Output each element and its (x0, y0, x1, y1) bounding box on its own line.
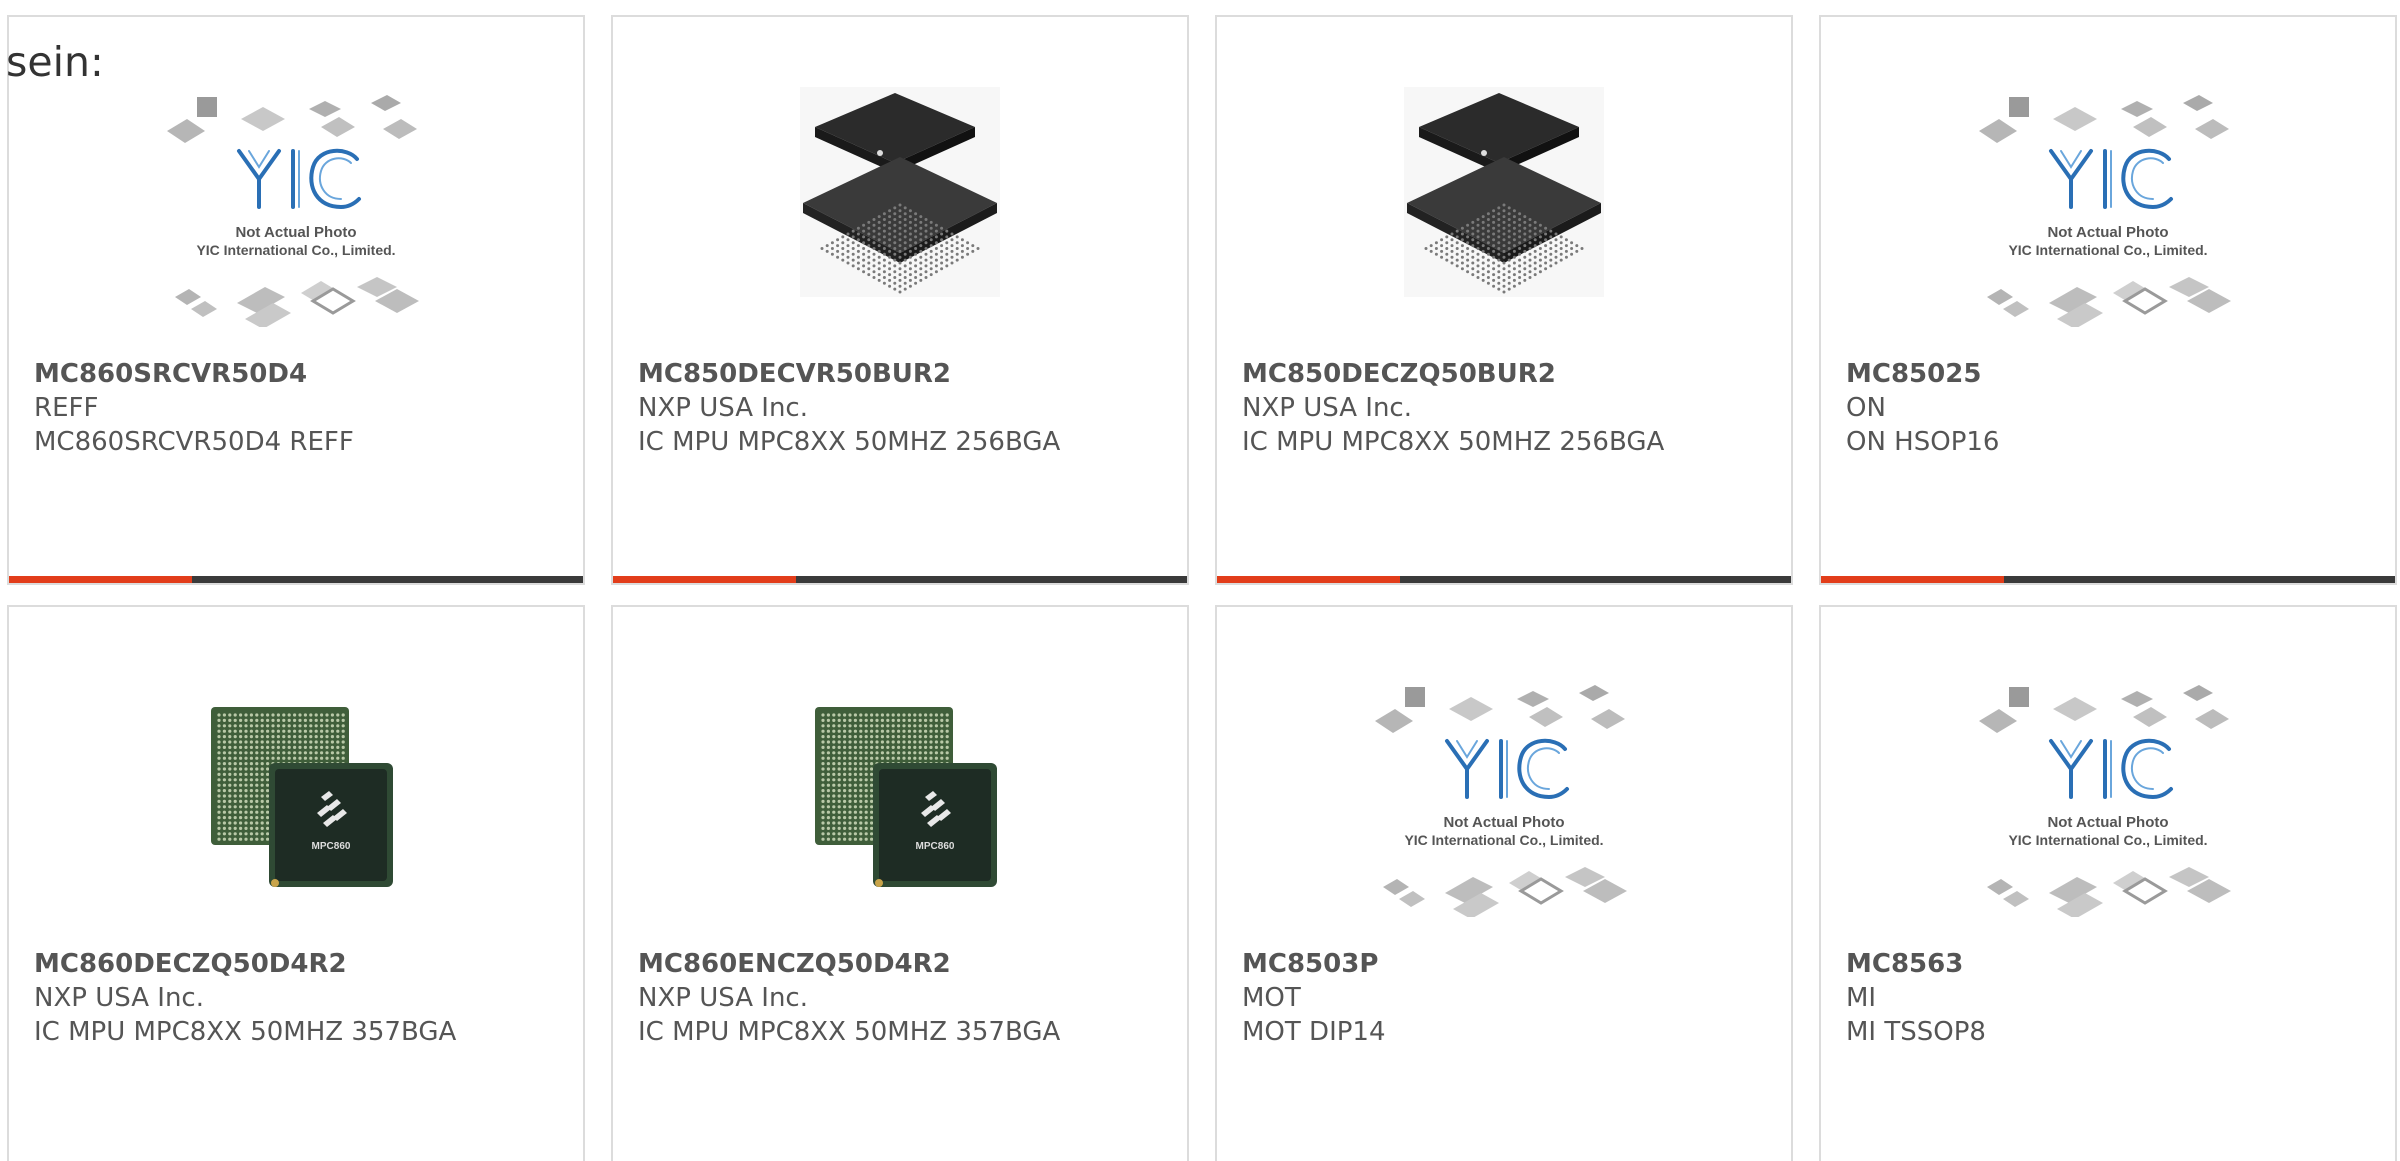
product-card[interactable]: Not Actual Photo YIC International Co., … (1819, 605, 2397, 1161)
placeholder-photo-image: Not Actual Photo YIC International Co., … (1979, 95, 2231, 329)
product-card[interactable]: MPC860 MC860ENCZQ50D4R2 NXP USA Inc. IC … (611, 605, 1189, 1161)
product-card[interactable]: Not Actual Photo YIC International Co., … (7, 15, 585, 585)
product-image[interactable]: Not Actual Photo YIC International Co., … (161, 87, 431, 329)
product-part-number[interactable]: MC8563 (1846, 947, 2375, 981)
product-description: MOT DIP14 (1242, 1017, 1386, 1047)
product-card[interactable]: MPC860 MC860DECZQ50D4R2 NXP USA Inc. IC … (7, 605, 585, 1161)
bga-chip-black-image (800, 87, 1000, 297)
product-description: IC MPU MPC8XX 50MHZ 357BGA (34, 1017, 457, 1047)
card-accent-bar (1821, 576, 2395, 583)
product-description: ON HSOP16 (1846, 427, 2000, 457)
product-image[interactable]: MPC860 (765, 677, 1035, 917)
product-manufacturer: REFF (34, 393, 99, 423)
product-manufacturer: ON (1846, 393, 1886, 423)
product-description: MC860SRCVR50D4 REFF (34, 427, 354, 457)
placeholder-photo-image: Not Actual Photo YIC International Co., … (167, 95, 419, 329)
placeholder-photo-image: Not Actual Photo YIC International Co., … (1375, 685, 1627, 919)
product-description: IC MPU MPC8XX 50MHZ 357BGA (638, 1017, 1061, 1047)
product-part-number[interactable]: MC860SRCVR50D4 (34, 357, 563, 391)
svg-text:YIC International Co., Limited: YIC International Co., Limited. (2008, 242, 2207, 258)
product-image[interactable] (765, 87, 1035, 327)
product-description: IC MPU MPC8XX 50MHZ 256BGA (1242, 427, 1665, 457)
card-accent-bar (613, 576, 1187, 583)
svg-text:MPC860: MPC860 (312, 841, 351, 852)
intro-text: sein: (6, 38, 104, 86)
product-card[interactable]: MC850DECVR50BUR2 NXP USA Inc. IC MPU MPC… (611, 15, 1189, 585)
product-card[interactable]: MC850DECZQ50BUR2 NXP USA Inc. IC MPU MPC… (1215, 15, 1793, 585)
product-description: IC MPU MPC8XX 50MHZ 256BGA (638, 427, 1061, 457)
product-part-number[interactable]: MC85025 (1846, 357, 2375, 391)
product-description: MI TSSOP8 (1846, 1017, 1986, 1047)
product-part-number[interactable]: MC850DECZQ50BUR2 (1242, 357, 1771, 391)
svg-text:Not Actual Photo: Not Actual Photo (235, 224, 356, 241)
product-manufacturer: MI (1846, 983, 1877, 1013)
green-bga-chip-image: MPC860 (211, 707, 393, 887)
card-accent-bar (1217, 576, 1791, 583)
svg-text:Not Actual Photo: Not Actual Photo (2047, 814, 2168, 831)
svg-text:Not Actual Photo: Not Actual Photo (2047, 224, 2168, 241)
product-image[interactable]: Not Actual Photo YIC International Co., … (1973, 677, 2243, 919)
product-card[interactable]: Not Actual Photo YIC International Co., … (1215, 605, 1793, 1161)
svg-text:Not Actual Photo: Not Actual Photo (1443, 814, 1564, 831)
product-image[interactable] (1369, 87, 1639, 327)
product-manufacturer: MOT (1242, 983, 1301, 1013)
product-card[interactable]: Not Actual Photo YIC International Co., … (1819, 15, 2397, 585)
svg-text:YIC International Co., Limited: YIC International Co., Limited. (1404, 832, 1603, 848)
product-manufacturer: NXP USA Inc. (638, 393, 808, 423)
bga-chip-black-image (1404, 87, 1604, 297)
product-part-number[interactable]: MC860DECZQ50D4R2 (34, 947, 563, 981)
product-part-number[interactable]: MC8503P (1242, 947, 1771, 981)
product-manufacturer: NXP USA Inc. (34, 983, 204, 1013)
svg-text:YIC International Co., Limited: YIC International Co., Limited. (196, 242, 395, 258)
placeholder-photo-image: Not Actual Photo YIC International Co., … (1979, 685, 2231, 919)
svg-text:MPC860: MPC860 (916, 841, 955, 852)
product-part-number[interactable]: MC850DECVR50BUR2 (638, 357, 1167, 391)
product-manufacturer: NXP USA Inc. (1242, 393, 1412, 423)
green-bga-chip-image: MPC860 (815, 707, 997, 887)
product-image[interactable]: Not Actual Photo YIC International Co., … (1369, 677, 1639, 919)
product-image[interactable]: MPC860 (161, 677, 431, 917)
product-grid-page: sein: Not Actual Photo YIC International… (0, 0, 2400, 1161)
svg-text:YIC International Co., Limited: YIC International Co., Limited. (2008, 832, 2207, 848)
product-manufacturer: NXP USA Inc. (638, 983, 808, 1013)
card-accent-bar (9, 576, 583, 583)
product-part-number[interactable]: MC860ENCZQ50D4R2 (638, 947, 1167, 981)
product-image[interactable]: Not Actual Photo YIC International Co., … (1973, 87, 2243, 329)
